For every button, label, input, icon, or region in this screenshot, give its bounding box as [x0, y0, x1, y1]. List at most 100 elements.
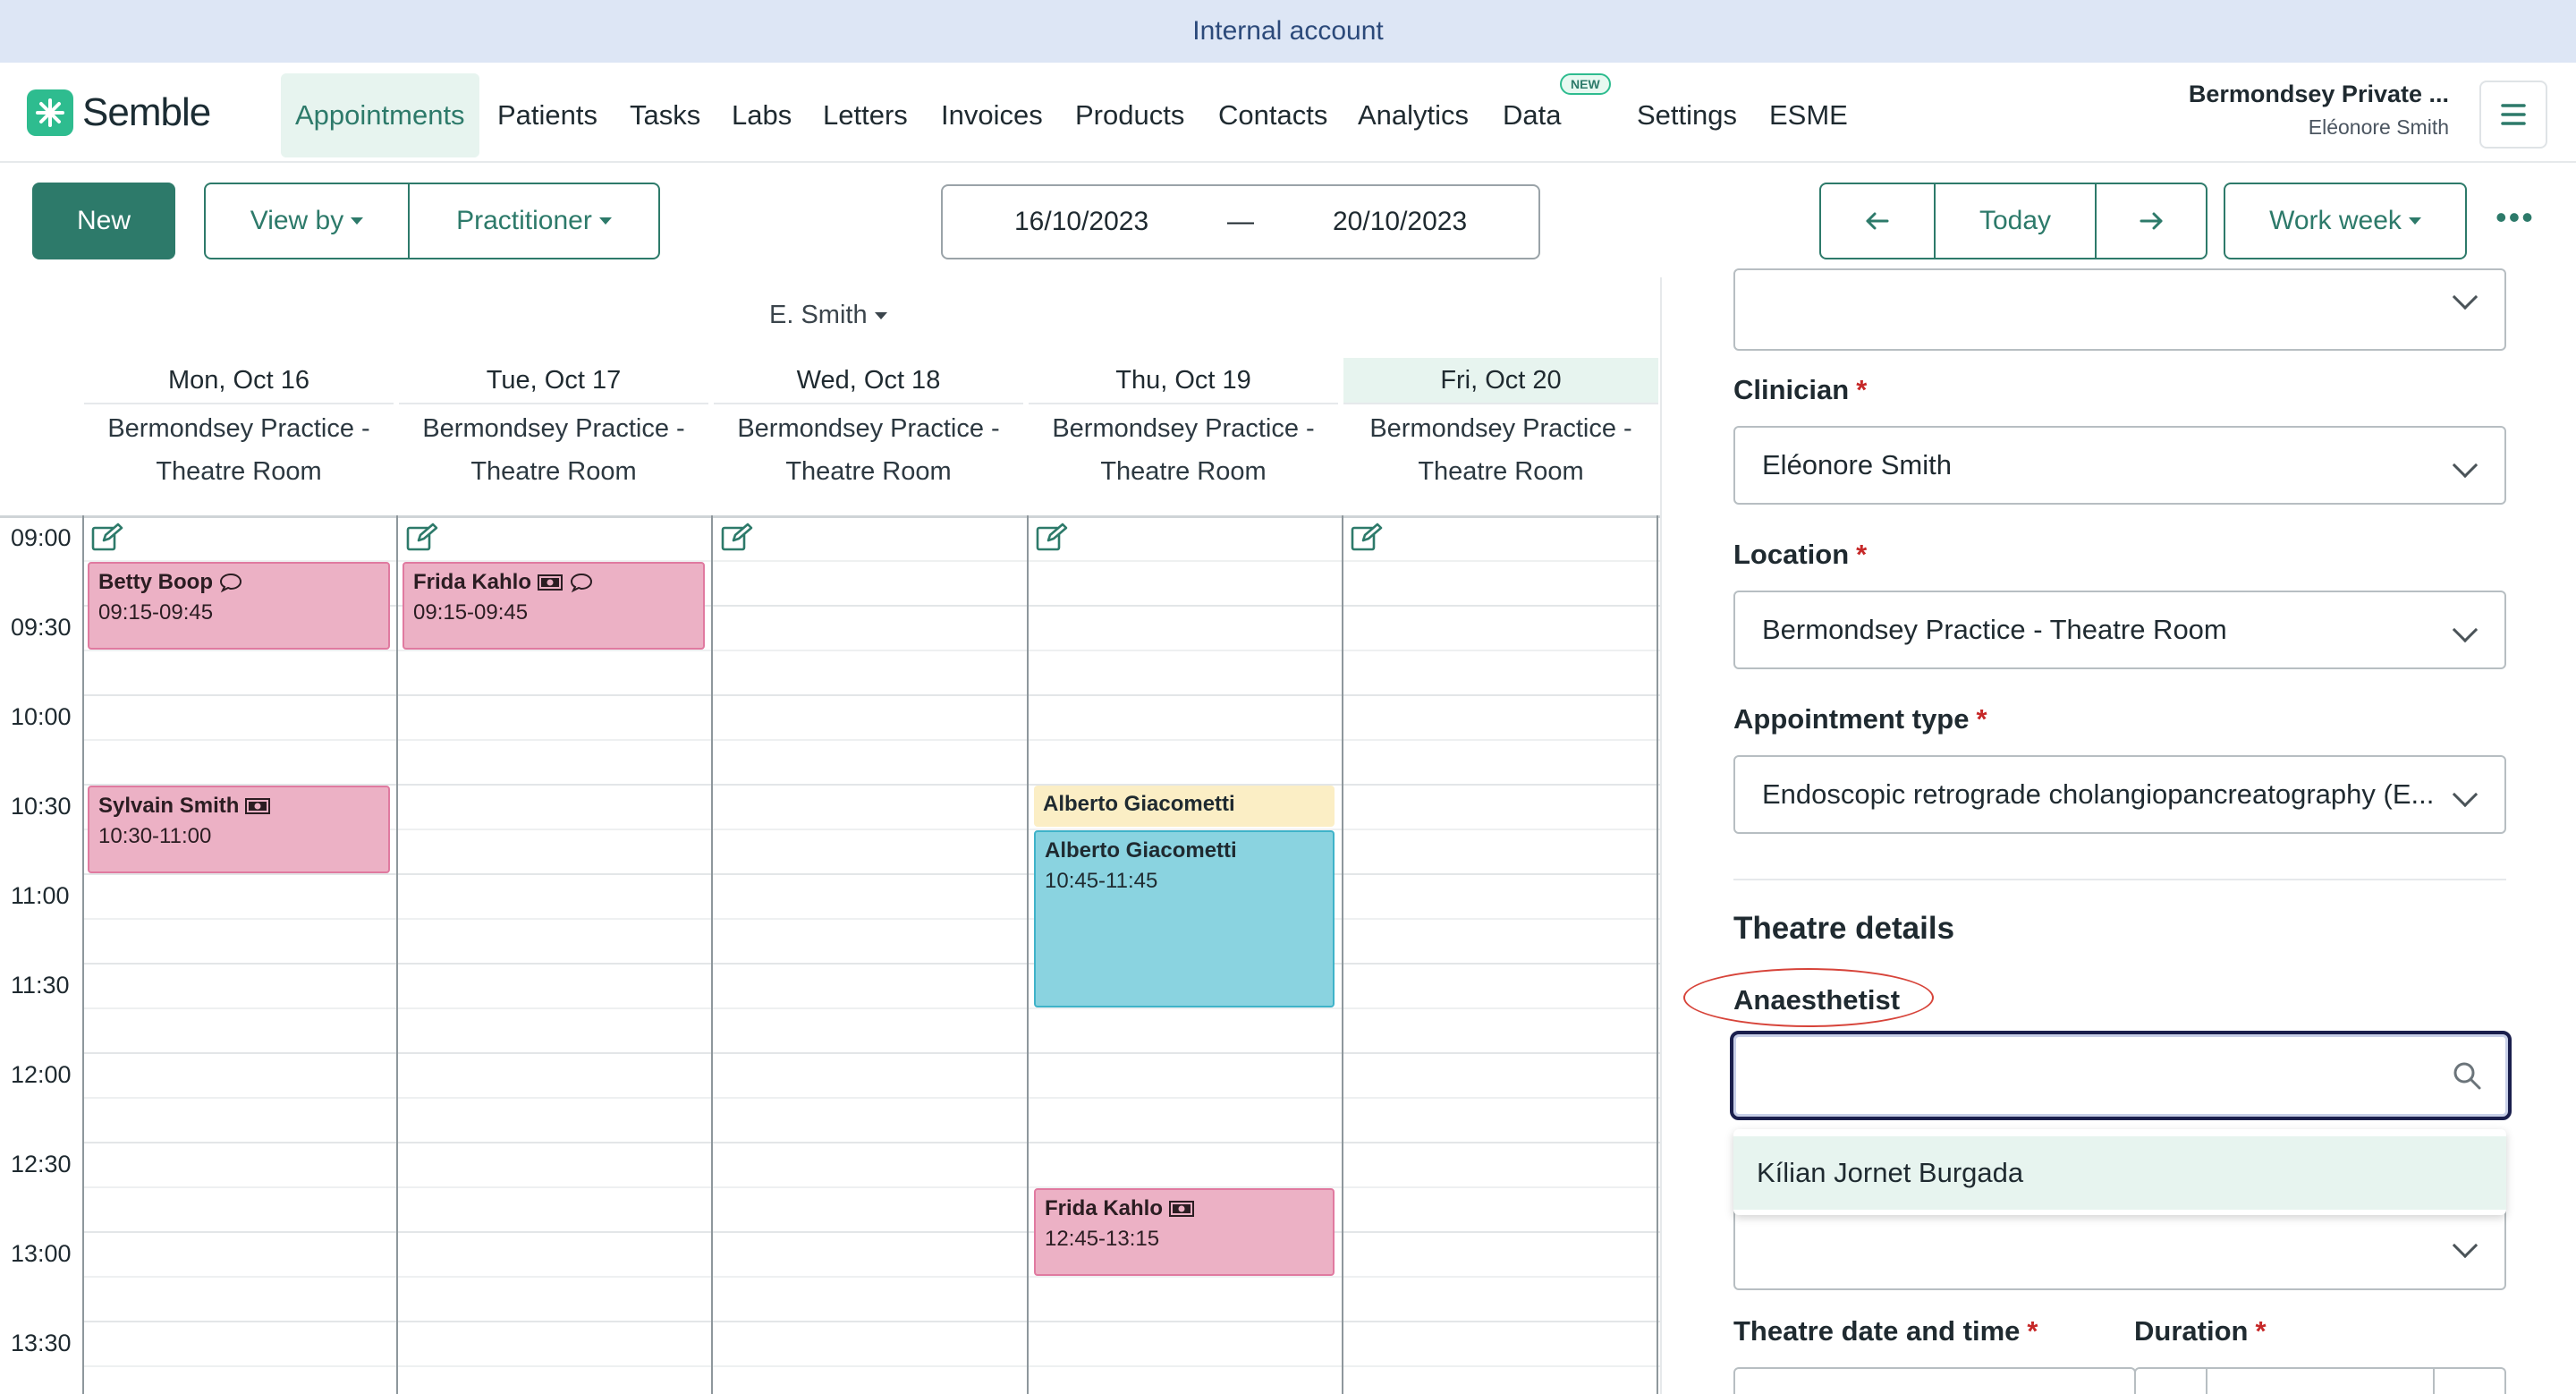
comment-icon [219, 573, 242, 593]
nav-analytics[interactable]: Analytics [1358, 73, 1469, 157]
anaesthetist-search-input[interactable] [1730, 1031, 2512, 1120]
nav-products[interactable]: Products [1075, 73, 1184, 157]
grid-line [84, 694, 1660, 696]
practitioner-selector[interactable]: E. Smith [769, 301, 887, 330]
day-location-wed: Bermondsey Practice - Theatre Room [714, 407, 1023, 506]
nav-letters[interactable]: Letters [823, 73, 908, 157]
appointment-patient: Betty Boop [98, 570, 213, 594]
more-options-button[interactable]: ••• [2496, 199, 2535, 236]
nav-invoices[interactable]: Invoices [941, 73, 1043, 157]
day-location-fri: Bermondsey Practice - Theatre Room [1343, 407, 1658, 506]
payment-icon [245, 798, 271, 814]
grid-top-border [0, 515, 1660, 518]
date-navigation-group: Today [1819, 183, 2207, 259]
grid-line-half [84, 1007, 1660, 1009]
nav-settings[interactable]: Settings [1637, 73, 1737, 157]
required-mark: * [2255, 1315, 2267, 1347]
day-header-fri: Fri, Oct 20 [1343, 358, 1658, 404]
location-line: Bermondsey Practice - [1369, 414, 1632, 443]
grid-line-half [84, 1365, 1660, 1367]
stepper-divider [2206, 1369, 2207, 1394]
practitioner-label: Practitioner [456, 206, 592, 235]
duration-input[interactable] [2134, 1367, 2506, 1394]
grid-line [84, 1231, 1660, 1233]
grid-line-half [84, 650, 1660, 651]
nav-labs[interactable]: Labs [732, 73, 792, 157]
previous-week-button[interactable] [1821, 184, 1934, 258]
appointment-card[interactable]: Frida Kahlo 09:15-09:45 [402, 562, 705, 650]
time-label: 13:00 [11, 1240, 72, 1267]
location-value: Bermondsey Practice - Theatre Room [1762, 614, 2227, 645]
edit-icon[interactable] [406, 523, 438, 553]
theatre-datetime-label: Theatre date and time * [1733, 1315, 2038, 1347]
chevron-down-icon [2452, 616, 2479, 643]
column-divider [1657, 515, 1658, 1394]
grid-line-half [84, 1097, 1660, 1099]
time-label: 09:00 [11, 524, 72, 551]
required-mark: * [2027, 1315, 2038, 1347]
date-from: 16/10/2023 [1014, 207, 1149, 236]
practitioner-dropdown[interactable]: Practitioner [408, 184, 658, 258]
location-line: Theatre Room [1418, 457, 1584, 486]
location-line: Theatre Room [1100, 457, 1267, 486]
grid-line [84, 1142, 1660, 1143]
nav-patients[interactable]: Patients [497, 73, 597, 157]
calendar-view: E. Smith Mon, Oct 16 Tue, Oct 17 Wed, Oc… [0, 277, 1660, 1394]
appointment-time: 10:30-11:00 [98, 824, 212, 848]
work-week-toggle[interactable]: Work week [2225, 184, 2465, 258]
time-label: 12:30 [11, 1151, 72, 1177]
chevron-down-icon [2452, 1232, 2479, 1259]
next-week-button[interactable] [2095, 184, 2206, 258]
theatre-datetime-input[interactable] [1733, 1367, 2136, 1394]
semble-logo[interactable]: Semble [27, 89, 211, 136]
day-location-tue: Bermondsey Practice - Theatre Room [399, 407, 708, 506]
view-filter-group: View by Practitioner [204, 183, 660, 259]
caret-down-icon [598, 217, 612, 225]
column-divider [82, 515, 84, 1394]
appointment-card[interactable]: Alberto Giacometti [1034, 786, 1335, 827]
nav-appointments[interactable]: Appointments [281, 73, 479, 157]
clinician-label-text: Clinician [1733, 374, 1850, 405]
appointment-type-label: Appointment type * [1733, 703, 1987, 735]
dropdown-option[interactable]: Kílian Jornet Burgada [1733, 1136, 2506, 1210]
grid-line [84, 1321, 1660, 1322]
menu-button[interactable] [2479, 81, 2547, 149]
nav-contacts[interactable]: Contacts [1218, 73, 1327, 157]
appointment-patient: Sylvain Smith [98, 794, 240, 818]
appointment-patient: Alberto Giacometti [1045, 838, 1237, 863]
day-location-thu: Bermondsey Practice - Theatre Room [1029, 407, 1338, 506]
location-label: Location * [1733, 539, 1867, 571]
account-switcher[interactable]: Bermondsey Private ... Eléonore Smith [2189, 81, 2449, 140]
time-label: 12:00 [11, 1061, 72, 1088]
required-mark: * [1856, 374, 1868, 405]
edit-icon[interactable] [721, 523, 753, 553]
nav-data[interactable]: Data [1503, 73, 1561, 157]
stepper-divider [2433, 1369, 2435, 1394]
edit-icon[interactable] [1036, 523, 1068, 553]
date-separator: — [1227, 207, 1254, 236]
caret-down-icon [874, 312, 887, 320]
nav-esme[interactable]: ESME [1769, 73, 1848, 157]
clinician-select[interactable]: Eléonore Smith [1733, 426, 2506, 505]
grid-line [84, 873, 1660, 875]
view-by-dropdown[interactable]: View by [206, 184, 408, 258]
theatre-datetime-label-text: Theatre date and time [1733, 1315, 2021, 1347]
arrow-left-icon [1866, 212, 1889, 230]
appointment-card[interactable]: Alberto Giacometti 10:45-11:45 [1034, 830, 1335, 1007]
nav-tasks[interactable]: Tasks [630, 73, 700, 157]
date-range-picker[interactable]: 16/10/2023 — 20/10/2023 [941, 184, 1540, 259]
today-button[interactable]: Today [1934, 184, 2095, 258]
appointment-type-select[interactable]: Endoscopic retrograde cholangiopancreato… [1733, 755, 2506, 834]
work-week-dropdown[interactable]: Work week [2224, 183, 2467, 259]
appointment-card[interactable]: Frida Kahlo 12:45-13:15 [1034, 1188, 1335, 1276]
edit-icon[interactable] [91, 523, 123, 553]
appointment-card[interactable]: Betty Boop 09:15-09:45 [88, 562, 390, 650]
anaesthetist-dropdown: Kílian Jornet Burgada [1733, 1129, 2506, 1215]
more-horizontal-icon: ••• [2496, 199, 2535, 235]
hidden-select-behind-dropdown[interactable] [1733, 1204, 2506, 1290]
location-select[interactable]: Bermondsey Practice - Theatre Room [1733, 591, 2506, 669]
appointment-card[interactable]: Sylvain Smith 10:30-11:00 [88, 786, 390, 873]
previous-field-select[interactable] [1733, 268, 2506, 351]
edit-icon[interactable] [1351, 523, 1383, 553]
new-button[interactable]: New [32, 183, 175, 259]
